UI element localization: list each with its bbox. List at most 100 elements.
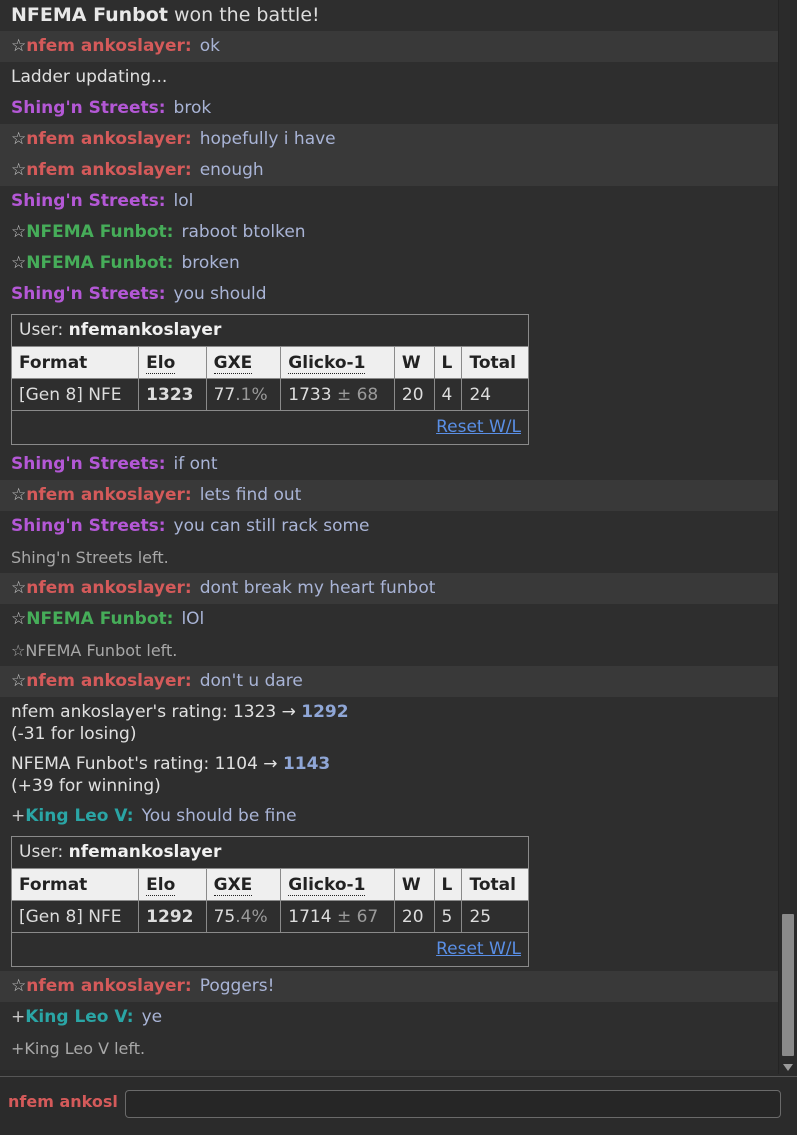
col-losses: L: [433, 869, 463, 901]
chat-text: ye: [141, 1007, 163, 1027]
winner-name: NFEMA Funbot: [11, 4, 168, 26]
chat-message: ☆nfem ankoslayer: Poggers!: [0, 971, 778, 1002]
cell-glicko: 1733 ± 68: [280, 378, 395, 411]
cell-elo: 1292: [138, 900, 207, 933]
cell-wins: 20: [393, 900, 435, 933]
new-rating: 1292: [301, 702, 349, 722]
chat-username[interactable]: ☆nfem ankoslayer:: [11, 976, 192, 996]
chat-composer: nfem ankosl: [0, 1076, 797, 1135]
chat-username[interactable]: Shing'n Streets:: [11, 284, 166, 304]
reset-row: Reset W/L: [12, 411, 528, 444]
scroll-down-arrow-icon[interactable]: [783, 1064, 793, 1071]
chat-username[interactable]: ☆nfem ankoslayer:: [11, 578, 192, 598]
cell-wins: 20: [393, 378, 435, 411]
chat-username[interactable]: ☆nfem ankoslayer:: [11, 485, 192, 505]
chat-message: ☆nfem ankoslayer: hopefully i have: [0, 124, 778, 155]
col-glicko: Glicko-1: [280, 347, 395, 379]
chat-text: enough: [199, 160, 264, 180]
cell-losses: 4: [433, 378, 463, 411]
col-elo: Elo: [138, 347, 207, 379]
rank-symbol: ☆: [11, 976, 27, 996]
chat-text: you should: [173, 284, 267, 304]
chat-text: You should be fine: [141, 806, 297, 826]
table-row: [Gen 8] NFE 1323 77.1% 1733 ± 68 20 4 24: [12, 378, 528, 411]
chat-message: ☆NFEMA Funbot: broken: [0, 248, 778, 279]
chat-username[interactable]: Shing'n Streets:: [11, 98, 166, 118]
col-losses: L: [433, 347, 463, 379]
chat-text: dont break my heart funbot: [199, 578, 436, 598]
col-format: Format: [12, 347, 140, 379]
chat-username[interactable]: +King Leo V:: [11, 806, 134, 826]
rank-symbol: ☆: [11, 222, 27, 242]
reset-wl-link[interactable]: Reset W/L: [436, 939, 521, 959]
chat-text: ok: [199, 36, 220, 56]
chat-text: lets find out: [199, 485, 302, 505]
chat-username[interactable]: ☆NFEMA Funbot:: [11, 222, 173, 242]
chat-message: Shing'n Streets: you can still rack some: [0, 511, 778, 542]
col-wins: W: [393, 347, 435, 379]
battle-result-line: NFEMA Funbot won the battle!: [0, 0, 778, 31]
chat-text: broken: [181, 253, 240, 273]
col-wins: W: [393, 869, 435, 901]
rank-symbol: ☆: [11, 160, 27, 180]
chat-username[interactable]: Shing'n Streets:: [11, 454, 166, 474]
chat-scrollbar[interactable]: [778, 0, 797, 1074]
chat-username[interactable]: Shing'n Streets:: [11, 516, 166, 536]
chat-username[interactable]: ☆NFEMA Funbot:: [11, 609, 173, 629]
leave-notice: +King Leo V left.: [11, 1039, 146, 1058]
chat-text: lol: [173, 191, 194, 211]
rank-symbol: ☆: [11, 609, 27, 629]
col-glicko: Glicko-1: [280, 869, 395, 901]
col-total: Total: [461, 869, 528, 901]
table-row: [Gen 8] NFE 1292 75.4% 1714 ± 67 20 5 25: [12, 900, 528, 933]
cell-total: 24: [461, 378, 528, 411]
reset-row: Reset W/L: [12, 933, 528, 966]
ladder-rating-box: User: nfemankoslayer Format Elo GXE Glic…: [11, 314, 529, 445]
rank-symbol: ☆: [11, 36, 27, 56]
cell-glicko: 1714 ± 67: [280, 900, 395, 933]
rank-symbol: +: [11, 1007, 26, 1027]
rank-symbol: ☆: [11, 578, 27, 598]
rating-change-notice: NFEMA Funbot's rating: 1104 → 1143 (+39 …: [11, 754, 331, 796]
cell-total: 25: [461, 900, 528, 933]
chat-text: Poggers!: [199, 976, 275, 996]
chat-username[interactable]: ☆nfem ankoslayer:: [11, 160, 192, 180]
rank-symbol: ☆: [11, 253, 27, 273]
leave-notice: Shing'n Streets left.: [11, 548, 169, 567]
chat-message: Shing'n Streets: you should: [0, 279, 778, 310]
chat-message: ☆nfem ankoslayer: don't u dare: [0, 666, 778, 697]
chat-log[interactable]: NFEMA Funbot won the battle! ☆nfem ankos…: [0, 0, 778, 1070]
cell-format: [Gen 8] NFE: [12, 378, 140, 411]
chat-message: +King Leo V: You should be fine: [0, 801, 778, 832]
composer-username[interactable]: nfem ankosl: [8, 1092, 118, 1111]
chat-text: lOl: [181, 609, 205, 629]
chat-message: ☆nfem ankoslayer: dont break my heart fun…: [0, 573, 778, 604]
reset-wl-link[interactable]: Reset W/L: [436, 417, 521, 437]
rating-change-notice: nfem ankoslayer's rating: 1323 → 1292 (-…: [11, 702, 349, 744]
rank-symbol: ☆: [11, 671, 27, 691]
scrollbar-thumb[interactable]: [782, 914, 794, 1056]
cell-losses: 5: [433, 900, 463, 933]
leave-notice: ☆NFEMA Funbot left.: [11, 641, 178, 660]
winner-suffix: won the battle!: [173, 4, 320, 26]
col-gxe: GXE: [205, 869, 282, 901]
chat-message: Shing'n Streets: if ont: [0, 449, 778, 480]
chat-message: ☆nfem ankoslayer: enough: [0, 155, 778, 186]
chat-username[interactable]: +King Leo V:: [11, 1007, 134, 1027]
chat-username[interactable]: ☆nfem ankoslayer:: [11, 36, 192, 56]
ladder-user-header: User: nfemankoslayer: [12, 315, 528, 347]
chat-message: ☆NFEMA Funbot: lOl: [0, 604, 778, 635]
ladder-user-header: User: nfemankoslayer: [12, 837, 528, 869]
cell-elo: 1323: [138, 378, 207, 411]
chat-username[interactable]: ☆nfem ankoslayer:: [11, 129, 192, 149]
chat-input[interactable]: [125, 1090, 781, 1118]
chat-username[interactable]: Shing'n Streets:: [11, 191, 166, 211]
chat-username[interactable]: ☆NFEMA Funbot:: [11, 253, 173, 273]
ladder-table: Format Elo GXE Glicko-1 W L Total [Gen 8…: [12, 869, 528, 933]
rank-symbol: ☆: [11, 129, 27, 149]
chat-text: if ont: [173, 454, 218, 474]
ladder-user-name: nfemankoslayer: [68, 320, 222, 340]
cell-gxe: 75.4%: [205, 900, 282, 933]
chat-message: Shing'n Streets: lol: [0, 186, 778, 217]
chat-username[interactable]: ☆nfem ankoslayer:: [11, 671, 192, 691]
